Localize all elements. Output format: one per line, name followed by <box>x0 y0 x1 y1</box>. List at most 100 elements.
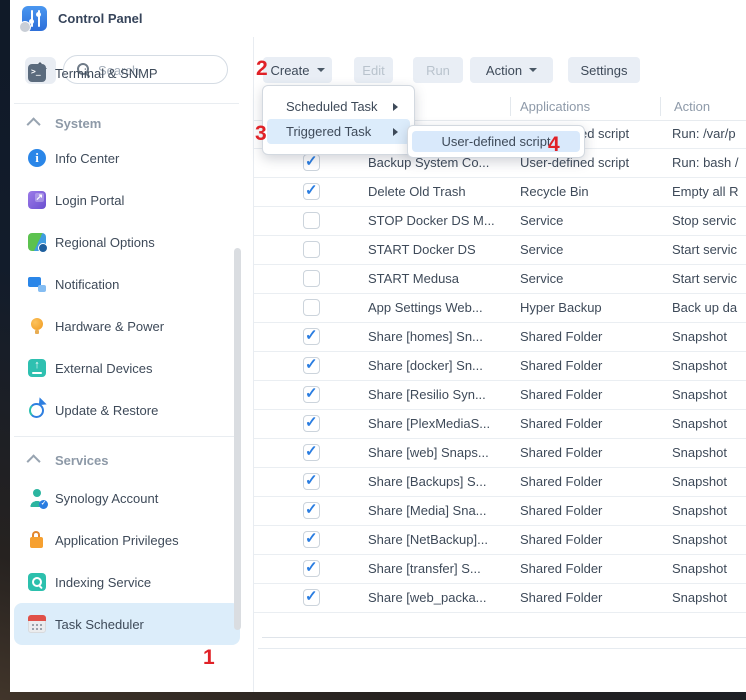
sidebar-divider <box>14 436 239 437</box>
task-name-cell: Share [Backups] S... <box>368 468 518 496</box>
task-name-cell: App Settings Web... <box>368 294 518 322</box>
footer-divider <box>258 648 746 649</box>
row-checkbox[interactable] <box>303 473 320 490</box>
sidebar-item[interactable]: Indexing Service <box>14 561 240 603</box>
row-checkbox[interactable] <box>303 357 320 374</box>
toolbar-button[interactable]: Create <box>263 57 332 83</box>
table-row[interactable]: Share [NetBackup]... Shared Folder Snaps… <box>254 526 746 555</box>
toolbar-button[interactable]: Run <box>413 57 463 83</box>
application-privileges-icon <box>28 531 46 549</box>
row-checkbox[interactable] <box>303 241 320 258</box>
update-restore-icon <box>28 401 46 419</box>
row-checkbox[interactable] <box>303 154 320 171</box>
notification-icon <box>28 275 46 293</box>
row-checkbox[interactable] <box>303 212 320 229</box>
row-checkbox[interactable] <box>303 183 320 200</box>
row-checkbox[interactable] <box>303 415 320 432</box>
sidebar-item[interactable]: Regional Options <box>14 221 240 263</box>
toolbar-button[interactable]: Settings <box>568 57 640 83</box>
toolbar-button-label: Run <box>426 63 450 78</box>
application-cell: Service <box>520 207 668 235</box>
sidebar-item[interactable]: Hardware & Power <box>14 305 240 347</box>
action-cell: Stop servic <box>672 207 746 235</box>
sidebar-item[interactable]: Info Center <box>14 137 240 179</box>
action-cell: Snapshot <box>672 439 746 467</box>
application-cell: Shared Folder <box>520 323 668 351</box>
sidebar-item[interactable]: Notification <box>14 263 240 305</box>
table-row[interactable]: App Settings Web... Hyper Backup Back up… <box>254 294 746 323</box>
info-center-icon <box>28 149 46 167</box>
table-row[interactable]: Share [web_packa... Shared Folder Snapsh… <box>254 584 746 613</box>
task-name-cell: Share [Resilio Syn... <box>368 381 518 409</box>
table-row[interactable]: Share [homes] Sn... Shared Folder Snapsh… <box>254 323 746 352</box>
row-checkbox[interactable] <box>303 328 320 345</box>
table-row[interactable]: Share [docker] Sn... Shared Folder Snaps… <box>254 352 746 381</box>
column-header-applications[interactable]: Applications <box>520 93 590 120</box>
sidebar-item[interactable]: Terminal & SNMP <box>14 52 240 94</box>
table-row[interactable]: Delete Old Trash Recycle Bin Empty all R <box>254 178 746 207</box>
task-name-cell: Share [web] Snaps... <box>368 439 518 467</box>
column-header-action[interactable]: Action <box>674 93 710 120</box>
sidebar-item-label: Indexing Service <box>55 575 151 590</box>
application-cell: Shared Folder <box>520 526 668 554</box>
sidebar-item[interactable]: Application Privileges <box>14 519 240 561</box>
table-row[interactable]: Share [Backups] S... Shared Folder Snaps… <box>254 468 746 497</box>
table-row[interactable]: STOP Docker DS M... Service Stop servic <box>254 207 746 236</box>
row-checkbox[interactable] <box>303 444 320 461</box>
table-row[interactable]: START Medusa Service Start servic <box>254 265 746 294</box>
hardware-power-icon <box>28 317 46 335</box>
sidebar-item[interactable]: Synology Account <box>14 477 240 519</box>
row-checkbox[interactable] <box>303 560 320 577</box>
annotation-1: 1 <box>203 647 215 668</box>
task-name-cell: Share [web_packa... <box>368 584 518 612</box>
external-devices-icon <box>28 359 46 377</box>
regional-options-icon <box>28 233 46 251</box>
sidebar-item-label: Update & Restore <box>55 403 158 418</box>
table-row[interactable]: Share [PlexMediaS... Shared Folder Snaps… <box>254 410 746 439</box>
row-checkbox[interactable] <box>303 531 320 548</box>
toolbar-button-label: Edit <box>362 63 384 78</box>
action-cell: Snapshot <box>672 584 746 612</box>
application-cell: Recycle Bin <box>520 178 668 206</box>
annotation-4: 4 <box>548 134 560 155</box>
task-name-cell: Delete Old Trash <box>368 178 518 206</box>
task-name-cell: STOP Docker DS M... <box>368 207 518 235</box>
toolbar-button-label: Action <box>486 63 522 78</box>
application-cell: Shared Folder <box>520 555 668 583</box>
caret-down-icon <box>317 68 325 72</box>
sidebar-item-label: Notification <box>55 277 119 292</box>
table-row[interactable]: START Docker DS Service Start servic <box>254 236 746 265</box>
table-row[interactable]: Share [web] Snaps... Shared Folder Snaps… <box>254 439 746 468</box>
sidebar: Terminal & SNMP System Info Center Login… <box>10 37 254 692</box>
task-scheduler-icon <box>28 615 46 633</box>
section-header-system[interactable]: System <box>10 107 253 139</box>
task-name-cell: START Docker DS <box>368 236 518 264</box>
sidebar-item[interactable]: External Devices <box>14 347 240 389</box>
chevron-up-icon <box>27 117 41 131</box>
sidebar-item[interactable]: Task Scheduler <box>14 603 240 645</box>
toolbar-button[interactable]: Edit <box>354 57 393 83</box>
application-cell: Shared Folder <box>520 468 668 496</box>
row-checkbox[interactable] <box>303 270 320 287</box>
menu-item-triggered-task[interactable]: Triggered Task <box>267 119 410 144</box>
table-row[interactable]: Share [Media] Sna... Shared Folder Snaps… <box>254 497 746 526</box>
create-dropdown-menu: Scheduled Task Triggered Task <box>262 85 415 155</box>
row-checkbox[interactable] <box>303 299 320 316</box>
menu-item-scheduled-task[interactable]: Scheduled Task <box>267 94 410 119</box>
task-name-cell: Share [docker] Sn... <box>368 352 518 380</box>
toolbar-button[interactable]: Action <box>470 57 553 83</box>
sidebar-item[interactable]: Login Portal <box>14 179 240 221</box>
sidebar-item-label: Synology Account <box>55 491 158 506</box>
table-row[interactable]: Share [transfer] S... Shared Folder Snap… <box>254 555 746 584</box>
section-header-services[interactable]: Services <box>10 444 253 476</box>
row-checkbox[interactable] <box>303 589 320 606</box>
application-cell: Shared Folder <box>520 410 668 438</box>
action-cell: Snapshot <box>672 323 746 351</box>
application-cell: Shared Folder <box>520 497 668 525</box>
row-checkbox[interactable] <box>303 386 320 403</box>
sidebar-scrollbar[interactable] <box>234 248 241 630</box>
row-checkbox[interactable] <box>303 502 320 519</box>
table-row[interactable]: Share [Resilio Syn... Shared Folder Snap… <box>254 381 746 410</box>
sidebar-item[interactable]: Update & Restore <box>14 389 240 431</box>
action-cell: Run: /var/p <box>672 120 746 148</box>
